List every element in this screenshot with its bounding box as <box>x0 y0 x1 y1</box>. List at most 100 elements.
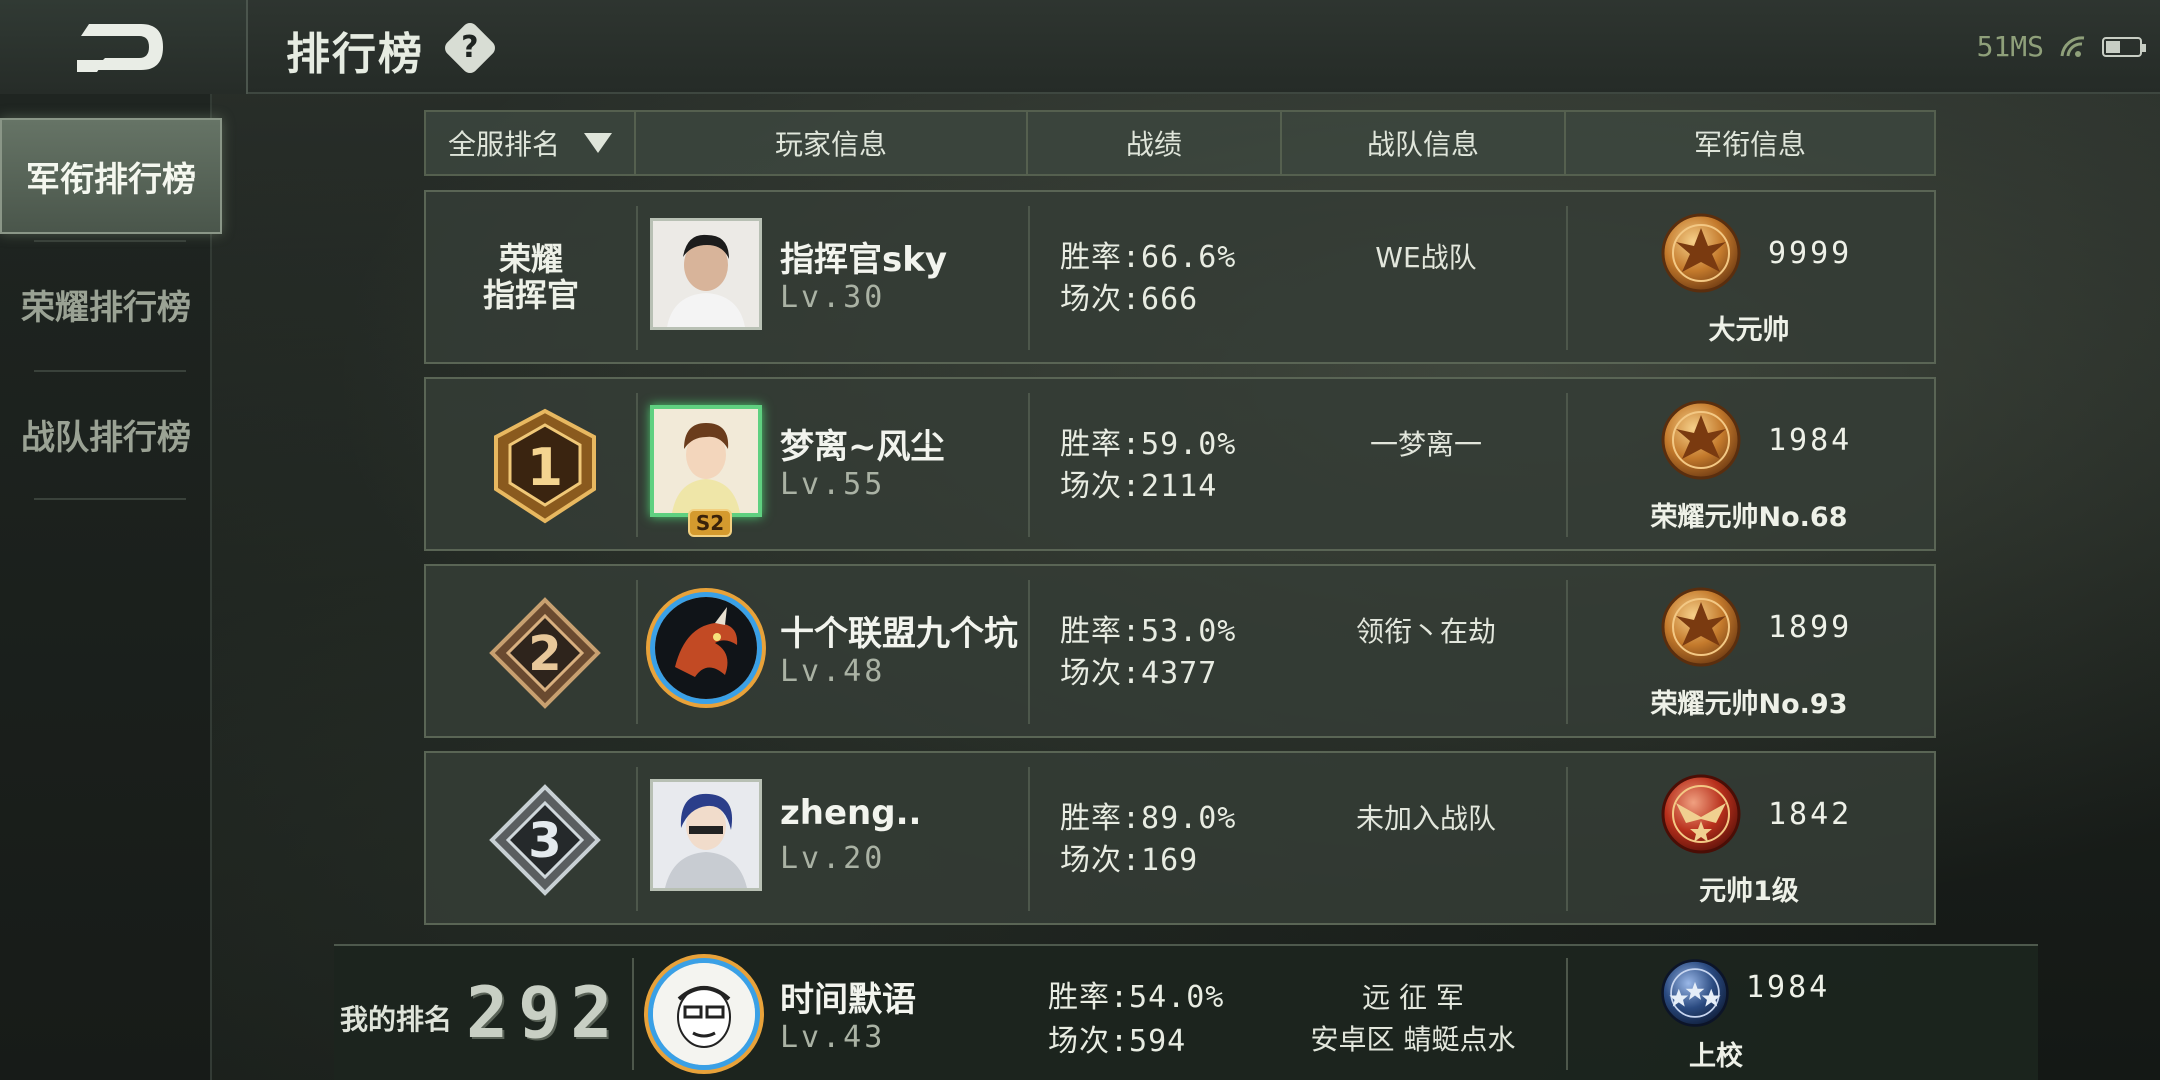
sidebar-item-team-rank[interactable]: 战队排行榜 <box>0 374 212 494</box>
player-name: zheng.. <box>780 793 922 833</box>
rank-header-label: 全服排名 <box>447 128 560 161</box>
status-area: 51MS <box>1976 30 2146 63</box>
player-header: 玩家信息 <box>636 112 1028 174</box>
player-level: Lv.55 <box>780 467 886 502</box>
player-portrait-icon <box>654 409 758 513</box>
rank-number: 1 <box>527 438 563 498</box>
rank-info-header: 军衔信息 <box>1693 128 1806 161</box>
sidebar-divider <box>34 370 186 372</box>
top-bar: 排行榜 ? 51MS <box>0 0 2160 94</box>
rank-cell: 荣耀 指挥官 <box>426 192 636 362</box>
table-row[interactable]: 2 十个联盟九个坑 Lv.48 胜率:53.0% 场次:4377 领衔丶在劫 1… <box>424 564 1936 738</box>
divider <box>1028 206 1030 350</box>
sidebar-item-label: 战队排行榜 <box>21 417 191 458</box>
match-count: 场次:169 <box>1060 843 1199 878</box>
player-name: 梦离~风尘 <box>780 427 945 467</box>
rank-number: 3 <box>528 813 561 869</box>
caret-down-icon <box>584 133 612 153</box>
win-rate: 胜率:53.0% <box>1060 614 1237 649</box>
divider <box>1028 580 1030 724</box>
divider <box>1028 767 1030 911</box>
player-level: Lv.48 <box>780 654 886 689</box>
my-player-level: Lv.43 <box>780 1020 886 1055</box>
latency-text: 51MS <box>1976 30 2044 63</box>
my-rank-number: 292 <box>466 972 623 1054</box>
my-player-name: 时间默语 <box>780 980 916 1020</box>
military-rank-name: 大元帅 <box>1708 315 1790 346</box>
sidebar-item-military-rank[interactable]: 军衔排行榜 <box>0 118 222 234</box>
match-count: 场次:2114 <box>1060 469 1218 504</box>
team-name: 领衔丶在劫 <box>1355 615 1496 648</box>
gold-eagle-icon <box>1661 587 1741 667</box>
gold-eagle-icon <box>1661 400 1741 480</box>
rank-title-line2: 指挥官 <box>482 276 579 314</box>
my-team-server: 安卓区 蜻蜓点水 <box>1310 1023 1516 1056</box>
table-header: 全服排名 玩家信息 战绩 战队信息 军衔信息 <box>424 110 1936 176</box>
avatar[interactable] <box>650 218 762 330</box>
my-team-name: 远 征 军 <box>1362 981 1464 1014</box>
military-rank-name: 元帅1级 <box>1699 876 1799 907</box>
divider <box>636 580 638 724</box>
match-count: 场次:4377 <box>1060 656 1218 691</box>
my-avatar[interactable] <box>648 958 760 1070</box>
player-name: 十个联盟九个坑 <box>780 614 1018 654</box>
my-win-rate: 胜率:54.0% <box>1048 980 1225 1015</box>
dragon-avatar-icon <box>655 597 757 699</box>
player-portrait-icon <box>653 782 759 888</box>
team-name: 一梦离一 <box>1369 428 1482 461</box>
table-row[interactable]: 3 zheng.. Lv.20 胜率:89.0% 场次:169 未加入战队 18… <box>424 751 1936 925</box>
team-header: 战队信息 <box>1282 112 1566 174</box>
battery-icon <box>2102 36 2146 57</box>
win-rate: 胜率:89.0% <box>1060 801 1237 836</box>
help-icon[interactable]: ? <box>441 19 499 77</box>
page-title: 排行榜 <box>286 29 424 80</box>
my-rank-label: 我的排名 <box>340 1003 453 1036</box>
table-row[interactable]: 荣耀 指挥官 指挥官sky Lv.30 胜率:66.6% 场次:666 WE战队… <box>424 190 1936 364</box>
win-rate: 胜率:66.6% <box>1060 240 1237 275</box>
my-rank-score: 1984 <box>1746 970 1831 1005</box>
avatar[interactable] <box>650 405 762 517</box>
divider <box>632 958 634 1070</box>
blue-stars-icon <box>1661 959 1729 1027</box>
sidebar-item-label: 军衔排行榜 <box>26 159 196 200</box>
sidebar: 军衔排行榜 荣耀排行榜 战队排行榜 <box>0 94 222 1080</box>
sidebar-item-glory-rank[interactable]: 荣耀排行榜 <box>0 244 212 364</box>
player-level: Lv.30 <box>780 280 886 315</box>
rank-number: 2 <box>528 626 561 682</box>
rank-2-medal-icon: 2 <box>489 597 601 709</box>
table-row[interactable]: 1 S2 梦离~风尘 Lv.55 胜率:59.0% 场次:2114 一梦离一 1… <box>424 377 1936 551</box>
my-rank-bar: 我的排名 292 时间默语 Lv.43 胜率:54.0% 场次:594 远 征 … <box>334 944 2038 1080</box>
rank-3-medal-icon: 3 <box>489 784 601 896</box>
team-name: 未加入战队 <box>1355 802 1496 835</box>
player-portrait-icon <box>653 221 759 327</box>
wifi-icon <box>2060 35 2085 57</box>
sidebar-divider <box>34 498 186 500</box>
divider <box>636 206 638 350</box>
red-eagle-icon <box>1661 774 1741 854</box>
my-match-count: 场次:594 <box>1048 1024 1187 1059</box>
player-level: Lv.20 <box>780 841 886 876</box>
rank-score: 1899 <box>1768 610 1853 645</box>
help-symbol: ? <box>461 30 479 65</box>
player-portrait-icon <box>653 963 755 1065</box>
my-military-rank-name: 上校 <box>1689 1041 1743 1072</box>
back-button[interactable] <box>0 0 248 94</box>
record-header: 战绩 <box>1028 112 1282 174</box>
rank-1-medal-icon: 1 <box>494 408 596 524</box>
rank-score: 1984 <box>1768 423 1853 458</box>
back-arrow-icon <box>77 24 163 72</box>
rank-scope-dropdown[interactable]: 全服排名 <box>426 112 636 174</box>
military-rank-name: 荣耀元帅No.68 <box>1650 502 1848 533</box>
divider <box>636 393 638 537</box>
win-rate: 胜率:59.0% <box>1060 427 1237 462</box>
sidebar-item-label: 荣耀排行榜 <box>21 287 191 328</box>
gold-eagle-icon <box>1661 213 1741 293</box>
divider <box>636 767 638 911</box>
season-tag: S2 <box>688 509 732 537</box>
avatar[interactable] <box>650 779 762 891</box>
rank-title-line1: 荣耀 <box>498 240 563 278</box>
team-name: WE战队 <box>1375 241 1477 274</box>
divider <box>1028 393 1030 537</box>
sidebar-divider <box>34 240 186 242</box>
avatar[interactable] <box>650 592 762 704</box>
